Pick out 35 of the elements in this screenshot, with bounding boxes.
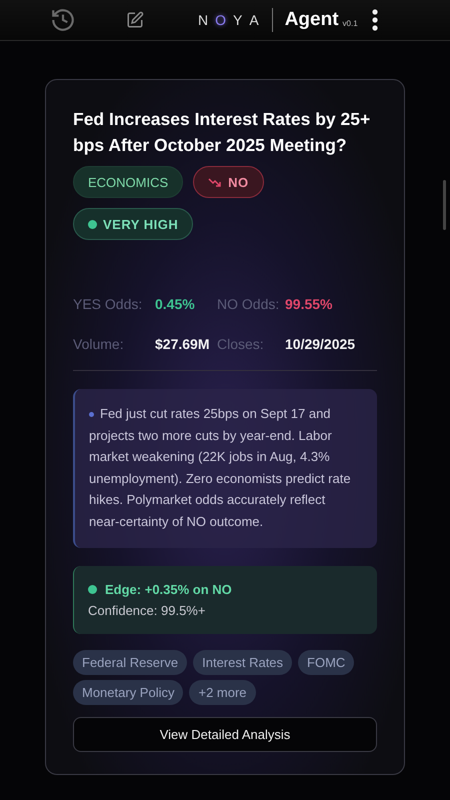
scrollbar: [443, 180, 446, 230]
status-dot-icon: [88, 220, 97, 228]
market-title: Fed Increases Interest Rates by 25+ bps After October 2025 Meeting?: [73, 108, 372, 157]
version-label: v0.1: [342, 18, 358, 28]
topic-tag: Monetary Policy: [73, 680, 184, 705]
badge-label: ECONOMICS: [88, 174, 168, 190]
stat-value: 99.55%: [285, 296, 334, 312]
logo-letter: N: [198, 12, 210, 28]
trend-down-icon: [208, 177, 222, 187]
view-analysis-button[interactable]: View Detailed Analysis: [73, 717, 377, 752]
stat-label: Volume:: [73, 336, 125, 352]
analysis-text: Fed just cut rates 25bps on Sept 17 and projects two more cuts by year-end. Labor market weakening (22K jobs in Aug, 4.3% unemployment). Zero economists predict rate hikes. Polymarket odds accurately reflect near-certainty of NO outcome.: [89, 405, 352, 531]
logo-letter: Y: [233, 12, 244, 28]
topic-tag: Interest Rates: [193, 650, 292, 675]
stat-value: $27.69M: [155, 336, 210, 352]
stat-label: Closes:: [217, 336, 265, 352]
history-icon[interactable]: [50, 7, 76, 33]
app-title: Agent: [284, 9, 339, 31]
bullet-icon: [89, 412, 94, 418]
edge-title: Edge: +0.35% on NO: [105, 582, 232, 597]
confidence-text: Confidence: 99.5%+: [88, 603, 206, 618]
logo-letter: A: [249, 12, 260, 28]
stat-label: NO Odds:: [217, 296, 280, 312]
topic-tag: FOMC: [298, 650, 354, 675]
stat-value: 0.45%: [155, 296, 196, 312]
topic-tag: +2 more: [189, 680, 256, 705]
more-icon[interactable]: [372, 9, 378, 31]
badge-label: VERY HIGH: [103, 216, 178, 232]
badge-label: NO: [228, 174, 249, 190]
topic-tag: Federal Reserve: [73, 650, 188, 675]
logo-letter: O: [215, 12, 228, 28]
edit-icon[interactable]: [126, 11, 144, 29]
stat-value: 10/29/2025: [285, 336, 356, 352]
stat-label: YES Odds:: [73, 296, 144, 312]
status-dot-icon: [88, 585, 97, 594]
